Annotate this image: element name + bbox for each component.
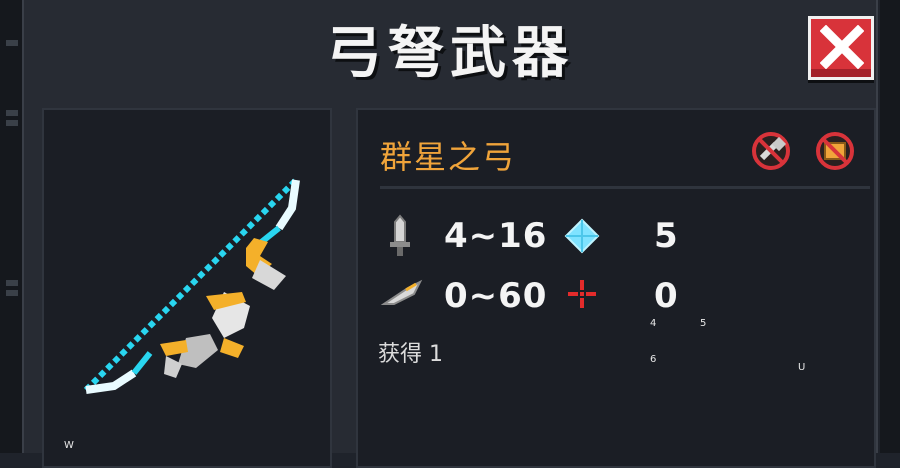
star-bow-icon [83, 177, 300, 394]
divider [380, 186, 870, 189]
no-hammer-icon [752, 132, 790, 170]
no-chest-icon [816, 132, 854, 170]
edge-tick [6, 280, 18, 286]
overlay-label: 4 [650, 318, 657, 329]
overlay-label: U [798, 362, 806, 373]
damage-value: 4~16 [444, 216, 548, 256]
close-button[interactable] [808, 16, 874, 80]
sword-icon [390, 214, 410, 256]
overlay-label: 6 [650, 354, 657, 365]
weapon-image-panel [42, 108, 332, 468]
overlay-label: 5 [700, 318, 707, 329]
close-x-icon [820, 25, 864, 69]
edge-tick [6, 110, 18, 116]
edge-tick [6, 290, 18, 296]
edge-tick [6, 120, 18, 126]
accuracy-crosshair-icon [568, 280, 596, 308]
acquired-count: 获得 1 [378, 342, 443, 367]
energy-value: 5 [654, 216, 679, 256]
dialog-title: 弓弩武器 [326, 21, 574, 86]
energy-crystal-icon [564, 218, 600, 254]
weapon-info-panel: 群星之弓 4~16 5 0~60 0 获得 1 4 5 6 U [356, 108, 876, 468]
weapon-name: 群星之弓 [380, 138, 517, 176]
crit-value: 0~60 [444, 276, 548, 316]
accuracy-value: 0 [654, 276, 679, 316]
overlay-label: W [64, 440, 74, 451]
crit-feather-icon [380, 279, 423, 305]
